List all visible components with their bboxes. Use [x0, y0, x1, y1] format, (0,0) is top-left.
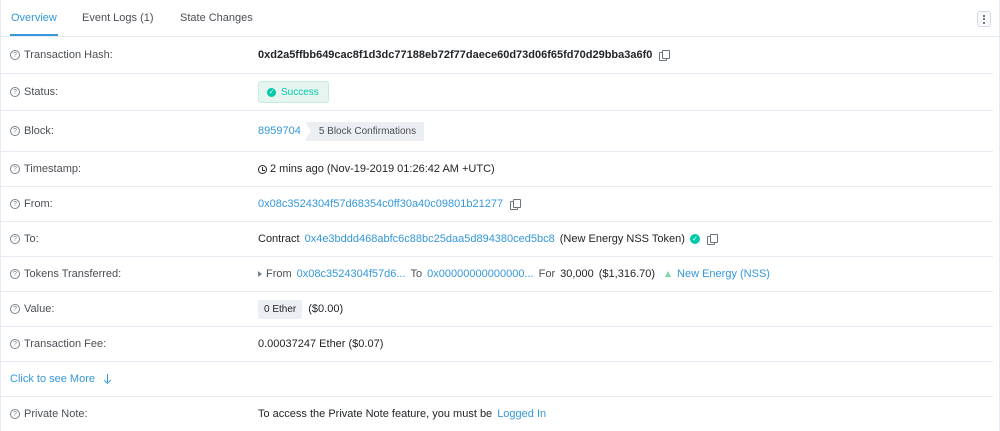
row-transaction-hash: ? Transaction Hash: 0xd2a5ffbb649cac8f1d3… — [1, 37, 993, 74]
copy-icon[interactable] — [659, 49, 671, 61]
vertical-ellipsis-icon — [983, 14, 985, 17]
contract-prefix: Contract — [258, 233, 300, 245]
help-icon[interactable]: ? — [10, 164, 20, 174]
label-value: Value: — [24, 303, 55, 315]
help-icon[interactable]: ? — [10, 234, 20, 244]
label-from: From: — [24, 198, 53, 210]
help-icon[interactable]: ? — [10, 87, 20, 97]
row-private-note: ? Private Note: To access the Private Not… — [1, 397, 993, 431]
contract-name: (New Energy NSS Token) — [559, 233, 685, 245]
more-options-button[interactable] — [977, 11, 991, 27]
tab-bar: Overview Event Logs (1) State Changes — [1, 0, 1000, 37]
transaction-fee-value: 0.00037247 Ether ($0.07) — [258, 338, 384, 350]
label-tokens-transferred: Tokens Transferred: — [24, 268, 122, 280]
verified-check-icon: ✓ — [689, 234, 700, 244]
row-value: ? Value: 0 Ether ($0.00) — [1, 292, 993, 327]
transaction-card: Overview Event Logs (1) State Changes ? T… — [0, 0, 1000, 431]
row-block: ? Block: 8959704 5 Block Confirmations — [1, 111, 993, 152]
status-text: Success — [281, 86, 319, 98]
help-icon[interactable]: ? — [10, 126, 20, 136]
token-name-link[interactable]: New Energy (NSS) — [677, 268, 770, 280]
private-note-text: To access the Private Note feature, you … — [258, 408, 493, 420]
row-to: ? To: Contract 0x4e3bddd468abfc6c88bc25da… — [1, 222, 993, 257]
token-amount: 30,000 — [560, 268, 594, 280]
copy-icon[interactable] — [510, 198, 522, 210]
token-usd: ($1,316.70) — [598, 268, 656, 280]
label-private-note: Private Note: — [24, 408, 88, 420]
row-tokens-transferred: ? Tokens Transferred: From 0x08c3524304f5… — [1, 257, 993, 292]
tab-event-logs[interactable]: Event Logs (1) — [82, 0, 154, 36]
token-for-label: For — [538, 268, 556, 280]
label-to: To: — [24, 233, 39, 245]
token-to-label: To — [410, 268, 423, 280]
row-see-more: Click to see More — [1, 362, 993, 397]
copy-icon[interactable] — [706, 233, 718, 245]
help-icon[interactable]: ? — [10, 50, 20, 60]
label-transaction-hash: Transaction Hash: — [24, 49, 113, 61]
check-circle-icon: ✓ — [267, 87, 276, 97]
help-icon[interactable]: ? — [10, 304, 20, 314]
help-icon[interactable]: ? — [10, 199, 20, 209]
token-logo-icon — [665, 271, 672, 277]
caret-right-icon — [258, 271, 262, 277]
label-status: Status: — [24, 86, 59, 98]
tab-overview[interactable]: Overview — [10, 0, 58, 36]
label-timestamp: Timestamp: — [24, 163, 82, 175]
label-transaction-fee: Transaction Fee: — [24, 338, 107, 350]
clock-icon — [258, 164, 267, 174]
logged-in-link[interactable]: Logged In — [497, 408, 546, 420]
transaction-hash-value: 0xd2a5ffbb649cac8f1d3dc77188eb72f77daece… — [258, 49, 653, 61]
token-to-address-link[interactable]: 0x00000000000000... — [427, 268, 533, 280]
row-timestamp: ? Timestamp: 2 mins ago (Nov-19-2019 01:2… — [1, 152, 993, 187]
tab-state-changes[interactable]: State Changes — [180, 0, 253, 36]
row-from: ? From: 0x08c3524304f57d68354c0ff30a40c09… — [1, 187, 993, 222]
help-icon[interactable]: ? — [10, 409, 20, 419]
timestamp-value: 2 mins ago (Nov-19-2019 01:26:42 AM +UTC… — [270, 163, 495, 175]
help-icon[interactable]: ? — [10, 339, 20, 349]
block-confirmations-badge: 5 Block Confirmations — [304, 121, 425, 141]
value-usd: ($0.00) — [308, 303, 344, 315]
row-transaction-fee: ? Transaction Fee: 0.00037247 Ether ($0.0… — [1, 327, 993, 362]
from-address-link[interactable]: 0x08c3524304f57d68354c0ff30a40c09801b212… — [258, 198, 503, 210]
row-status: ? Status: ✓ Success — [1, 74, 993, 111]
arrow-down-icon[interactable] — [104, 374, 112, 384]
label-block: Block: — [24, 125, 54, 137]
contract-address-link[interactable]: 0x4e3bddd468abfc6c88bc25daa5d894380ced5b… — [305, 233, 555, 245]
token-from-address-link[interactable]: 0x08c3524304f57d6... — [297, 268, 406, 280]
block-number-link[interactable]: 8959704 — [258, 125, 301, 137]
token-from-label: From — [266, 268, 292, 280]
ether-value-badge: 0 Ether — [258, 299, 303, 319]
status-badge: ✓ Success — [258, 81, 329, 103]
see-more-link[interactable]: Click to see More — [10, 373, 95, 385]
help-icon[interactable]: ? — [10, 269, 20, 279]
